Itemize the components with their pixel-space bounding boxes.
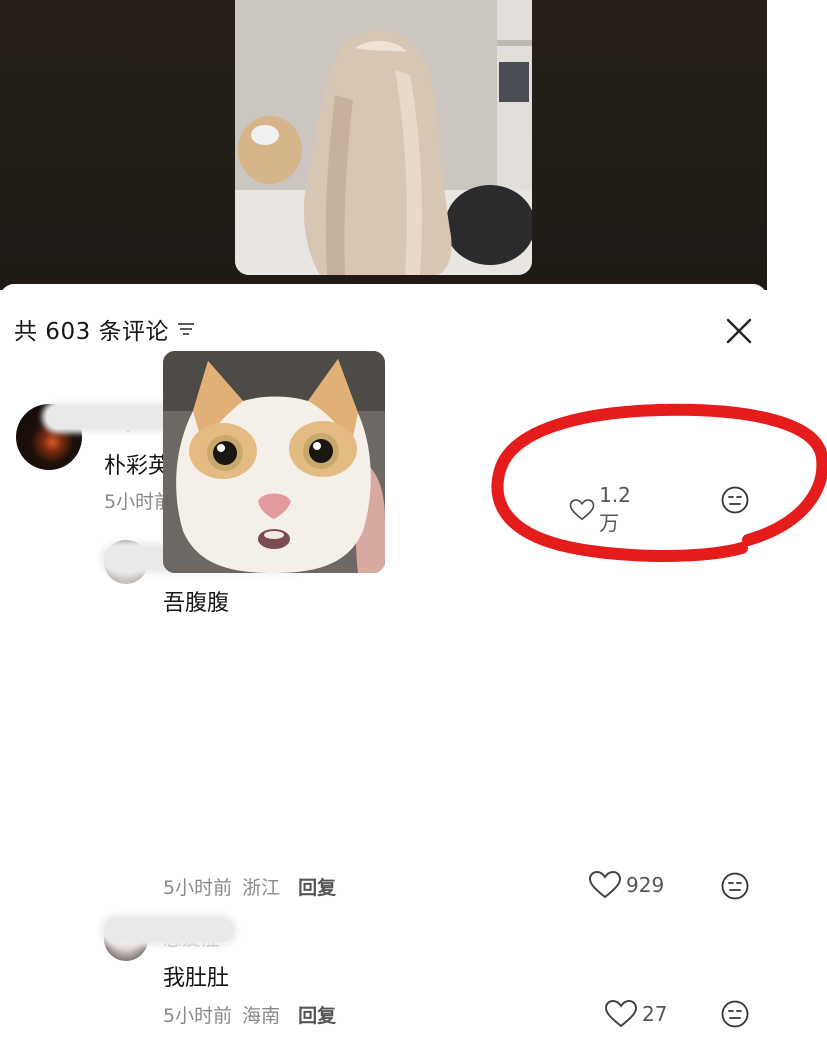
comment-text: 吾腹腹: [163, 591, 230, 616]
heart-outline-icon: [569, 498, 595, 520]
comment-meta: 5小时前 浙江 回复: [163, 873, 336, 900]
heart-outline-icon: [604, 999, 638, 1028]
comment-count-title[interactable]: 共 603 条评论: [14, 312, 195, 346]
cat-face-image: [163, 351, 385, 573]
comment-text: 我肚肚: [163, 966, 230, 991]
neutral-face-icon[interactable]: [720, 871, 750, 901]
heart-outline-icon: [588, 870, 622, 899]
like-button[interactable]: 27: [604, 999, 667, 1029]
comment-location: 浙江: [242, 877, 281, 899]
video-frame-image: [235, 0, 532, 275]
comment-time: 5小时前: [163, 1005, 233, 1027]
reply-button[interactable]: 回复: [298, 873, 336, 900]
video-player[interactable]: [235, 0, 532, 275]
like-button[interactable]: 929: [588, 870, 664, 900]
like-button[interactable]: 1.2万: [569, 483, 639, 536]
comment-time: 5小时前: [163, 877, 233, 899]
username-blur-mask: [104, 918, 234, 942]
video-background[interactable]: [0, 0, 767, 290]
reply-button[interactable]: 回复: [298, 1001, 336, 1028]
neutral-face-icon[interactable]: [720, 485, 750, 515]
close-icon[interactable]: [722, 314, 756, 348]
cat-sticker-image[interactable]: [163, 351, 385, 573]
comment-meta: 5小时前 海南 回复: [163, 1001, 336, 1028]
comments-screen: 共 603 条评论 Lily秀秀 朴彩英偷偷看了100遍 5小时前 上海 回复: [0, 0, 827, 1050]
comment-location: 海南: [242, 1005, 281, 1027]
comment-count-label: 共 603 条评论: [14, 319, 170, 345]
filter-lines-icon[interactable]: [177, 322, 195, 336]
like-count: 27: [642, 1002, 668, 1026]
neutral-face-icon[interactable]: [720, 999, 750, 1029]
like-count: 1.2万: [599, 483, 631, 535]
like-count: 929: [626, 873, 665, 897]
